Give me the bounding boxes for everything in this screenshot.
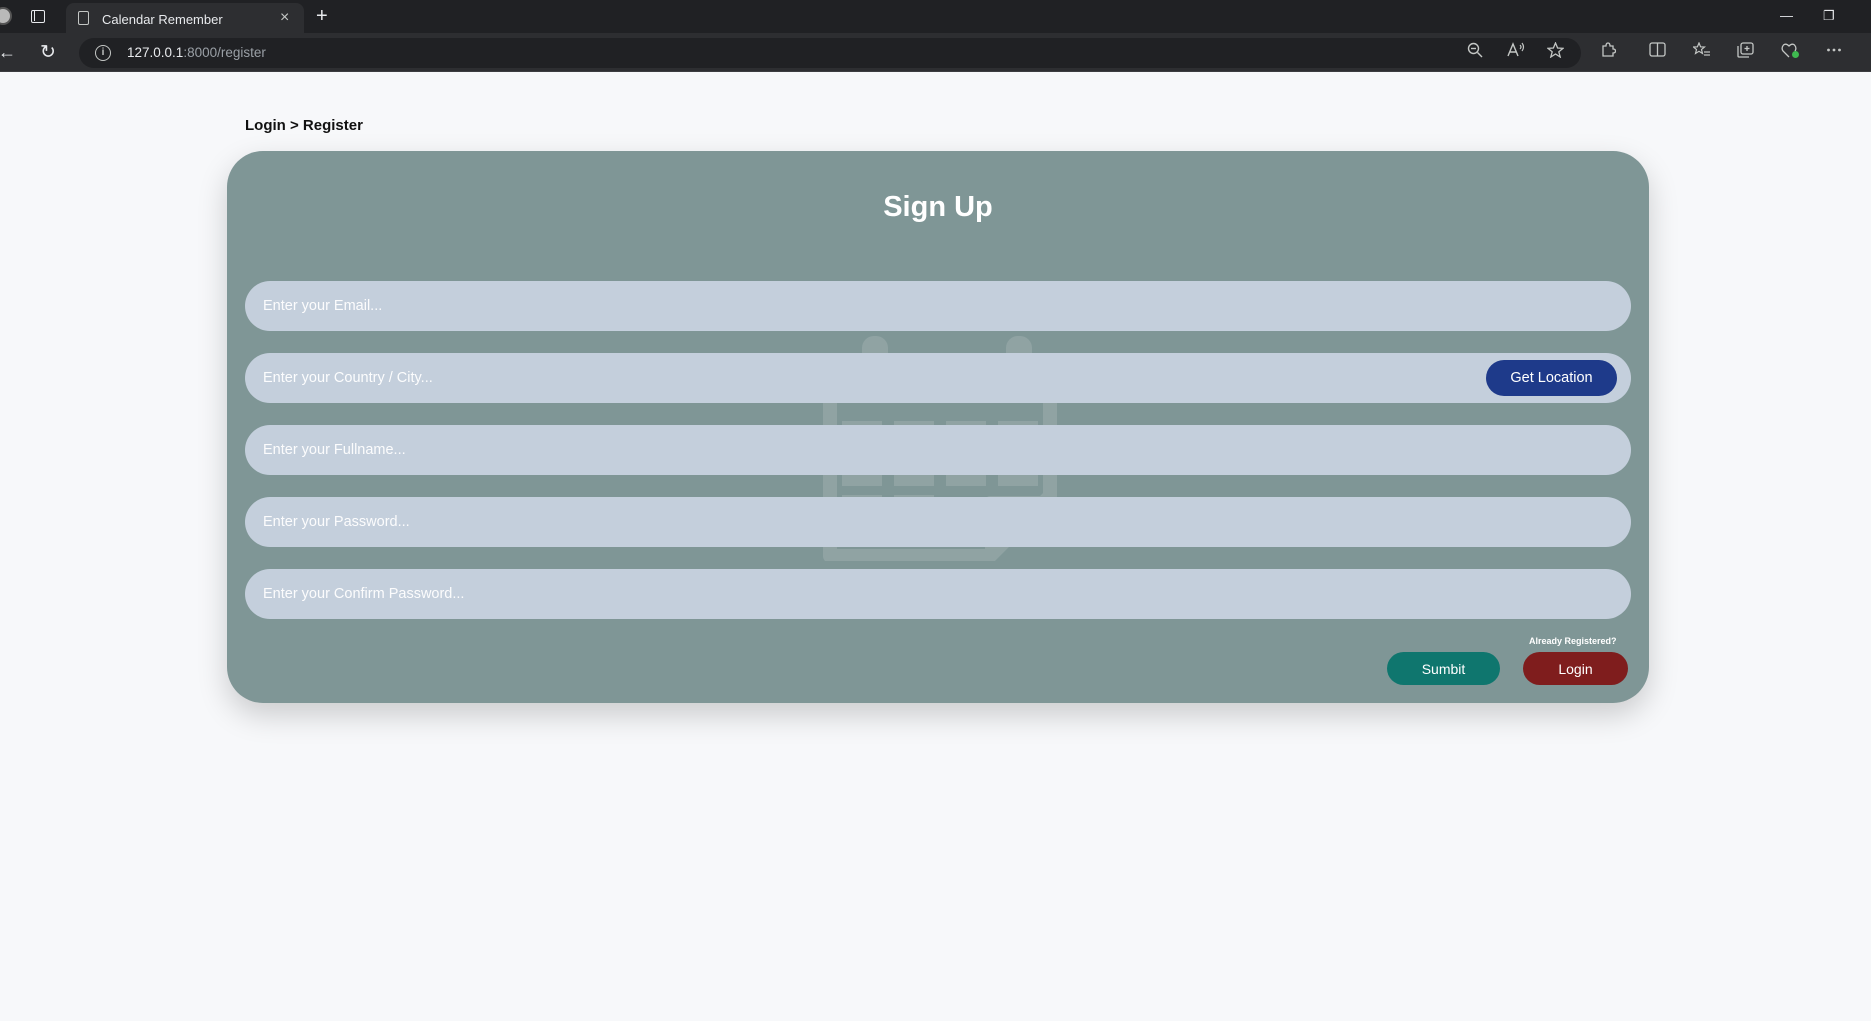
site-info-icon[interactable]: i: [95, 45, 111, 61]
minimize-icon[interactable]: —: [1780, 8, 1793, 23]
get-location-button[interactable]: Get Location: [1486, 360, 1617, 396]
favorite-star-icon[interactable]: [1547, 42, 1564, 58]
browser-tab[interactable]: Calendar Remember ×: [66, 3, 304, 33]
tab-title: Calendar Remember: [102, 12, 223, 27]
collections-icon[interactable]: [1737, 42, 1754, 58]
page-icon: [78, 11, 89, 25]
zoom-out-icon[interactable]: [1467, 42, 1483, 58]
location-field[interactable]: [245, 353, 1631, 403]
address-bar[interactable]: i 127.0.0.1:8000/register: [79, 38, 1581, 68]
back-icon[interactable]: ←: [0, 42, 16, 63]
favorites-icon[interactable]: [1693, 42, 1711, 58]
split-screen-icon[interactable]: [1649, 42, 1666, 57]
new-tab-icon[interactable]: +: [316, 5, 328, 28]
more-options-icon[interactable]: [1826, 42, 1842, 58]
fullname-field[interactable]: [245, 425, 1631, 475]
signup-card: Sign Up Get Location Already Registered?…: [227, 151, 1649, 703]
profile-avatar[interactable]: [0, 7, 12, 25]
browser-tab-bar: Calendar Remember × + — ❐: [0, 0, 1871, 33]
login-button[interactable]: Login: [1523, 652, 1628, 685]
tab-actions-icon[interactable]: [31, 10, 45, 23]
email-field[interactable]: [245, 281, 1631, 331]
location-field-group: Get Location: [245, 353, 1631, 403]
confirm-password-field[interactable]: [245, 569, 1631, 619]
submit-button[interactable]: Sumbit: [1387, 652, 1500, 685]
password-field[interactable]: [245, 497, 1631, 547]
extensions-icon[interactable]: [1600, 42, 1616, 58]
already-registered-label: Already Registered?: [1529, 636, 1617, 646]
restore-icon[interactable]: ❐: [1823, 8, 1835, 24]
url-text: 127.0.0.1:8000/register: [127, 45, 266, 60]
reload-icon[interactable]: ↻: [40, 41, 56, 64]
close-tab-icon[interactable]: ×: [280, 9, 289, 27]
read-aloud-icon[interactable]: [1507, 42, 1525, 58]
breadcrumb: Login > Register: [245, 117, 363, 134]
page-title: Sign Up: [883, 191, 993, 223]
browser-essentials-icon[interactable]: [1781, 42, 1800, 59]
